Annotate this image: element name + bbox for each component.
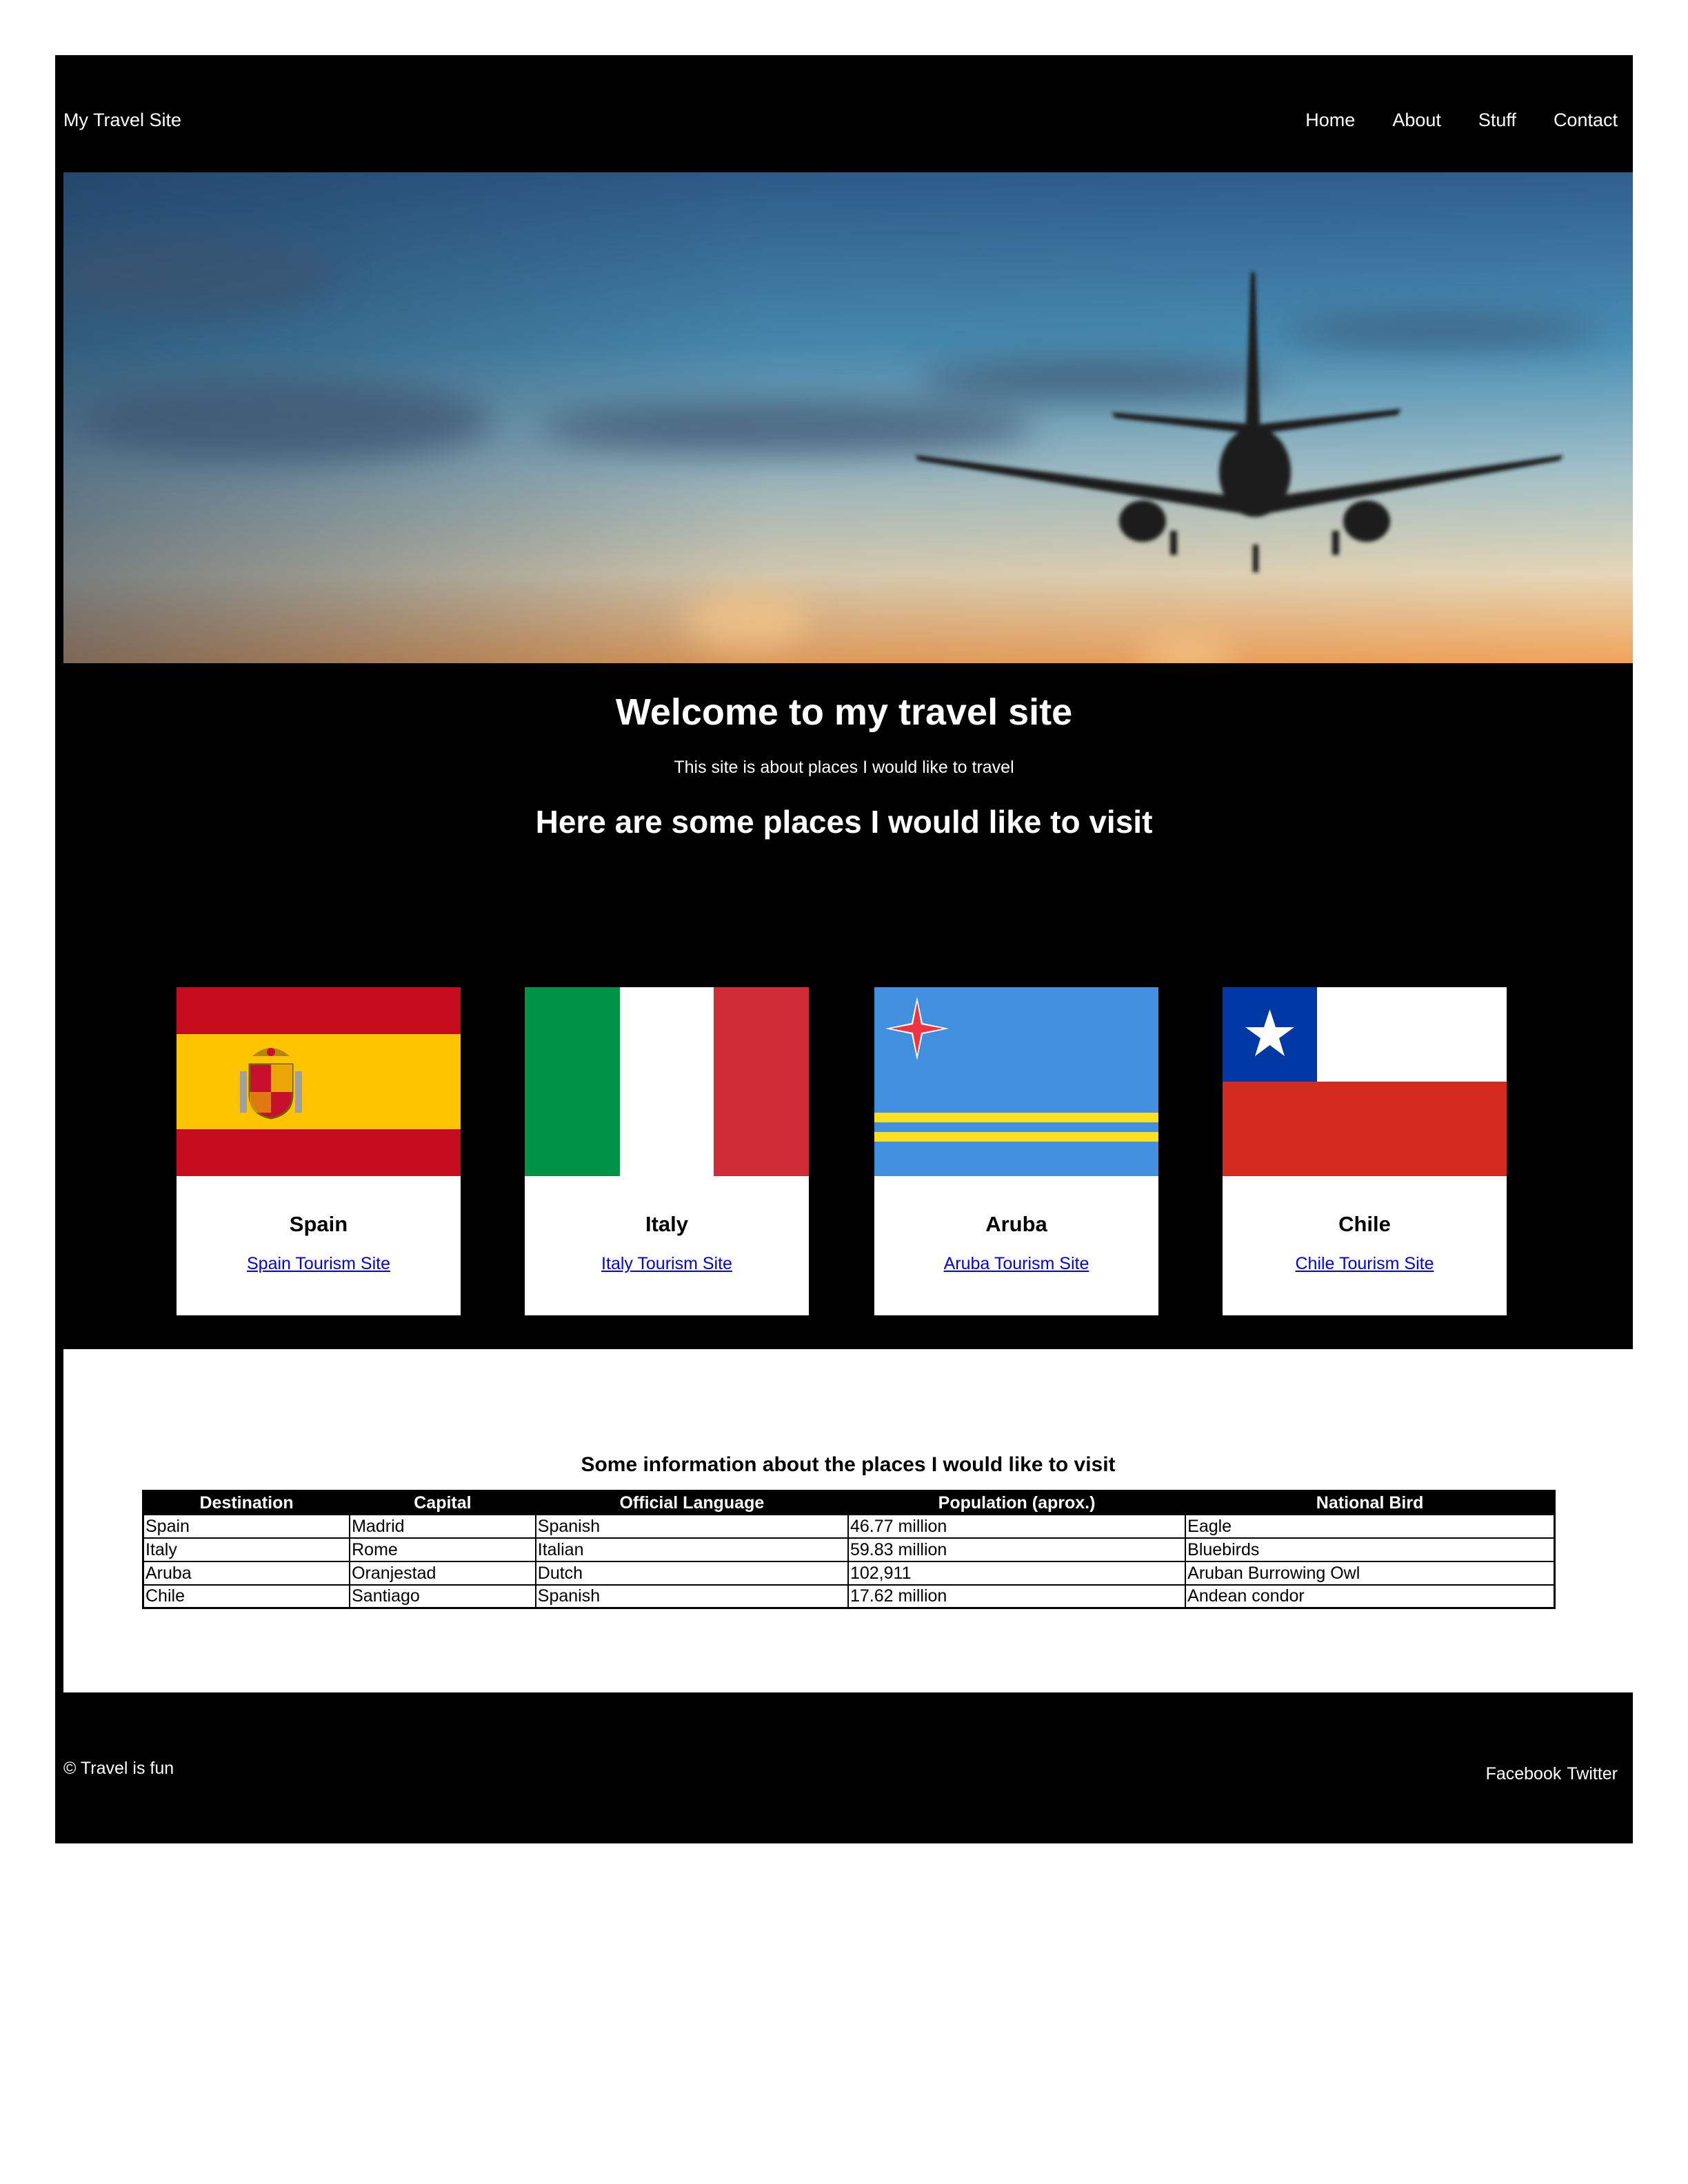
info-section: Some information about the places I woul…: [63, 1349, 1633, 1692]
table-cell: 102,911: [847, 1560, 1187, 1586]
nav-stuff[interactable]: Stuff: [1478, 108, 1516, 132]
column-header: Official Language: [534, 1490, 849, 1515]
info-heading: Some information about the places I woul…: [581, 1453, 1116, 1476]
table-cell: Spanish: [534, 1513, 849, 1539]
card-italy: Italy Italy Tourism Site: [525, 987, 809, 1315]
airplane-photo: [63, 172, 1633, 663]
card-title-spain: Spain: [289, 1212, 348, 1236]
table-cell: Santiago: [349, 1584, 536, 1609]
table-cell: Dutch: [534, 1560, 849, 1586]
table-cell: Spanish: [534, 1584, 849, 1609]
table-header-row: Destination Capital Official Language Po…: [142, 1490, 1556, 1515]
table-cell: Aruban Burrowing Owl: [1185, 1560, 1556, 1586]
twitter-link[interactable]: Twitter: [1567, 1762, 1618, 1786]
nav-home[interactable]: Home: [1305, 108, 1355, 132]
table-cell: 59.83 million: [847, 1537, 1187, 1562]
table-cell: Chile: [142, 1584, 351, 1609]
table-row: Italy Rome Italian 59.83 million Bluebir…: [142, 1537, 1556, 1562]
card-title-aruba: Aruba: [985, 1212, 1047, 1236]
table-row: Chile Santiago Spanish 17.62 million And…: [142, 1584, 1556, 1609]
table-cell: Aruba: [142, 1560, 351, 1586]
link-italy-tourism[interactable]: Italy Tourism Site: [525, 1252, 809, 1275]
hero-image: [63, 172, 1633, 663]
chile-flag-icon: [1223, 987, 1507, 1176]
places-heading: Here are some places I would like to vis…: [535, 804, 1153, 840]
table-cell: 17.62 million: [847, 1584, 1187, 1609]
page-frame: My Travel Site Home About Stuff Contact: [55, 55, 1633, 1843]
table-cell: Madrid: [349, 1513, 536, 1539]
card-aruba: Aruba Aruba Tourism Site: [874, 987, 1158, 1315]
column-header: Population (aprox.): [847, 1490, 1187, 1515]
table-cell: Oranjestad: [349, 1560, 536, 1586]
spain-flag-icon: [177, 987, 461, 1176]
site-subtitle: This site is about places I would like t…: [674, 758, 1014, 777]
link-spain-tourism[interactable]: Spain Tourism Site: [177, 1252, 461, 1275]
table-cell: 46.77 million: [847, 1513, 1187, 1539]
footer-copyright: © Travel is fun: [63, 1759, 174, 1778]
places-table: Destination Capital Official Language Po…: [142, 1490, 1556, 1609]
welcome-heading: Welcome to my travel site: [615, 691, 1073, 733]
card-title-italy: Italy: [645, 1212, 689, 1236]
table-cell: Italian: [534, 1537, 849, 1562]
card-spain: Spain Spain Tourism Site: [177, 987, 461, 1315]
link-chile-tourism[interactable]: Chile Tourism Site: [1223, 1252, 1507, 1275]
card-title-chile: Chile: [1338, 1212, 1391, 1236]
table-row: Aruba Oranjestad Dutch 102,911 Aruban Bu…: [142, 1560, 1556, 1586]
link-aruba-tourism[interactable]: Aruba Tourism Site: [874, 1252, 1158, 1275]
table-cell: Bluebirds: [1185, 1537, 1556, 1562]
table-cell: Rome: [349, 1537, 536, 1562]
table-cell: Andean condor: [1185, 1584, 1556, 1609]
column-header: Capital: [349, 1490, 536, 1515]
table-row: Spain Madrid Spanish 46.77 million Eagle: [142, 1513, 1556, 1539]
column-header: Destination: [142, 1490, 351, 1515]
card-chile: Chile Chile Tourism Site: [1223, 987, 1507, 1315]
table-cell: Eagle: [1185, 1513, 1556, 1539]
table-cell: Spain: [142, 1513, 351, 1539]
footer-social-links: Facebook Twitter: [1486, 1762, 1618, 1786]
nav-contact[interactable]: Contact: [1554, 108, 1618, 132]
italy-flag-icon: [525, 987, 809, 1176]
main-nav: Home About Stuff Contact: [1305, 108, 1618, 132]
aruba-flag-icon: [874, 987, 1158, 1176]
site-title[interactable]: My Travel Site: [63, 108, 181, 132]
table-cell: Italy: [142, 1537, 351, 1562]
nav-about[interactable]: About: [1392, 108, 1441, 132]
facebook-link[interactable]: Facebook: [1486, 1762, 1562, 1786]
column-header: National Bird: [1185, 1490, 1556, 1515]
